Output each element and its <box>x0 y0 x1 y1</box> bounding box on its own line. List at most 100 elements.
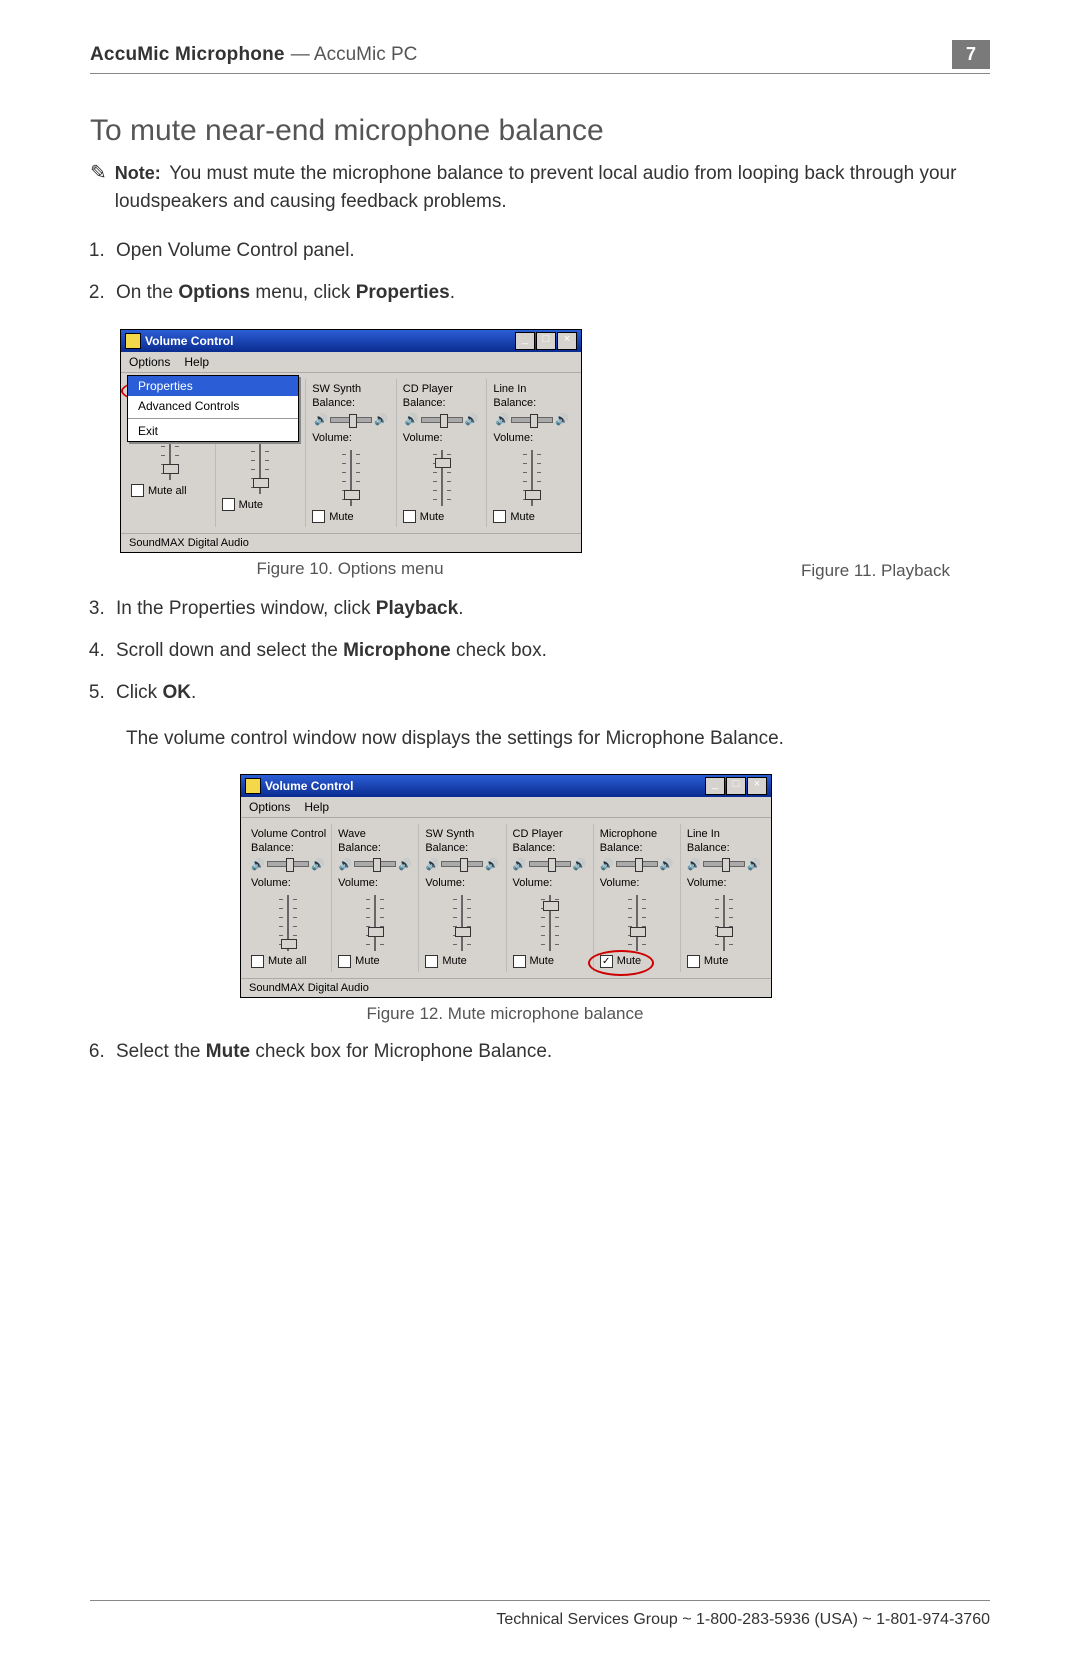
channel-balance-label: Balance: <box>493 397 571 409</box>
menu-item-properties[interactable]: Properties <box>128 376 298 396</box>
mute-label: Mute <box>704 955 728 967</box>
mute-label: Mute <box>420 511 444 523</box>
balance-slider[interactable]: 🔊 🔊 <box>600 858 674 871</box>
channel-title: SW Synth <box>425 828 499 840</box>
menu-options[interactable]: Options <box>249 800 290 814</box>
mute-checkbox[interactable]: Mute <box>687 955 761 968</box>
channel-title: Line In <box>687 828 761 840</box>
balance-slider[interactable]: 🔊 🔊 <box>251 858 325 871</box>
figure-12: Volume Control _ □ × Options Help Volume… <box>120 774 990 1024</box>
status-bar: SoundMAX Digital Audio <box>241 978 771 997</box>
volume-label: Volume: <box>513 877 587 889</box>
menubar: Options Help <box>241 797 771 818</box>
menubar: Options Help <box>121 352 581 373</box>
mute-checkbox[interactable]: Mute <box>425 955 499 968</box>
channel-title: CD Player <box>403 383 481 395</box>
minimize-button[interactable]: _ <box>515 332 535 350</box>
mute-checkbox[interactable]: ✓ Mute <box>600 955 674 968</box>
mute-checkbox[interactable]: Mute <box>403 510 481 523</box>
close-button[interactable]: × <box>747 777 767 795</box>
mixer-channel: Volume Control Balance: 🔊 🔊 Volume: Mute… <box>245 824 332 972</box>
volume-slider[interactable] <box>247 438 273 494</box>
minimize-button[interactable]: _ <box>705 777 725 795</box>
mute-label: Mute <box>510 511 534 523</box>
speaker-right-icon: 🔊 <box>374 413 388 426</box>
volume-slider[interactable] <box>338 450 364 506</box>
result-paragraph: The volume control window now displays t… <box>126 724 990 754</box>
volume-slider[interactable] <box>275 895 301 951</box>
speaker-left-icon: 🔊 <box>513 858 527 871</box>
balance-slider[interactable]: 🔊 🔊 <box>403 413 481 426</box>
step-item: Open Volume Control panel. <box>110 233 990 269</box>
menu-help[interactable]: Help <box>184 355 209 369</box>
balance-slider[interactable]: 🔊 🔊 <box>687 858 761 871</box>
step-item: Click OK. <box>110 675 990 711</box>
balance-slider[interactable]: 🔊 🔊 <box>338 858 412 871</box>
volume-slider[interactable] <box>519 450 545 506</box>
channel-title: Microphone <box>600 828 674 840</box>
status-bar: SoundMAX Digital Audio <box>121 533 581 552</box>
page-number: 7 <box>952 40 990 69</box>
speaker-left-icon: 🔊 <box>426 858 440 871</box>
options-dropdown: Properties Advanced Controls Exit <box>127 375 299 442</box>
mute-checkbox[interactable]: Mute <box>312 510 390 523</box>
balance-slider[interactable]: 🔊 🔊 <box>493 413 571 426</box>
volume-slider[interactable] <box>537 895 563 951</box>
speaker-right-icon: 🔊 <box>465 413 479 426</box>
mixer-channel: SW Synth Balance: 🔊 🔊 Volume: Mute <box>306 379 397 527</box>
menu-options[interactable]: Options <box>129 355 170 369</box>
menu-item-advanced[interactable]: Advanced Controls <box>128 396 298 416</box>
mixer-channel: Line In Balance: 🔊 🔊 Volume: Mute <box>681 824 767 972</box>
checkbox-icon <box>425 955 438 968</box>
maximize-button[interactable]: □ <box>726 777 746 795</box>
speaker-right-icon: 🔊 <box>398 858 412 871</box>
mute-label: Mute all <box>268 955 307 967</box>
titlebar: Volume Control _ □ × <box>121 330 581 352</box>
volume-label: Volume: <box>493 432 571 444</box>
mute-checkbox[interactable]: Mute <box>338 955 412 968</box>
checkbox-icon <box>131 484 144 497</box>
mute-label: Mute <box>329 511 353 523</box>
mute-checkbox[interactable]: Mute <box>513 955 587 968</box>
volume-label: Volume: <box>403 432 481 444</box>
mute-checkbox[interactable]: Mute all <box>251 955 325 968</box>
mute-checkbox[interactable]: Mute all <box>131 484 209 497</box>
channel-title: Wave <box>338 828 412 840</box>
speaker-right-icon: 🔊 <box>660 858 674 871</box>
volume-slider[interactable] <box>362 895 388 951</box>
speaker-left-icon: 🔊 <box>405 413 419 426</box>
speaker-left-icon: 🔊 <box>495 413 509 426</box>
volume-label: Volume: <box>251 877 325 889</box>
speaker-left-icon: 🔊 <box>339 858 353 871</box>
mute-label: Mute <box>530 955 554 967</box>
channel-title: SW Synth <box>312 383 390 395</box>
channel-balance-label: Balance: <box>338 842 412 854</box>
balance-slider[interactable]: 🔊 🔊 <box>513 858 587 871</box>
mixer-channel: Microphone Balance: 🔊 🔊 Volume: ✓ Mute <box>594 824 681 972</box>
channel-balance-label: Balance: <box>513 842 587 854</box>
volume-slider[interactable] <box>711 895 737 951</box>
menu-help[interactable]: Help <box>304 800 329 814</box>
mute-checkbox[interactable]: Mute <box>493 510 571 523</box>
step-item: Scroll down and select the Microphone ch… <box>110 633 990 669</box>
volume-slider[interactable] <box>429 450 455 506</box>
channel-title: Volume Control <box>251 828 325 840</box>
volume-label: Volume: <box>312 432 390 444</box>
checkbox-icon <box>338 955 351 968</box>
volume-slider[interactable] <box>624 895 650 951</box>
volume-slider[interactable] <box>449 895 475 951</box>
volume-label: Volume: <box>687 877 761 889</box>
volume-label: Volume: <box>338 877 412 889</box>
menu-item-exit[interactable]: Exit <box>128 421 298 441</box>
balance-slider[interactable]: 🔊 🔊 <box>425 858 499 871</box>
balance-slider[interactable]: 🔊 🔊 <box>312 413 390 426</box>
volume-label: Volume: <box>425 877 499 889</box>
mute-checkbox[interactable]: Mute <box>222 498 300 511</box>
close-button[interactable]: × <box>557 332 577 350</box>
channel-balance-label: Balance: <box>425 842 499 854</box>
checkbox-icon: ✓ <box>600 955 613 968</box>
page-footer: Technical Services Group ~ 1-800-283-593… <box>90 1600 990 1629</box>
checkbox-icon <box>312 510 325 523</box>
maximize-button[interactable]: □ <box>536 332 556 350</box>
speaker-left-icon: 🔊 <box>251 858 265 871</box>
